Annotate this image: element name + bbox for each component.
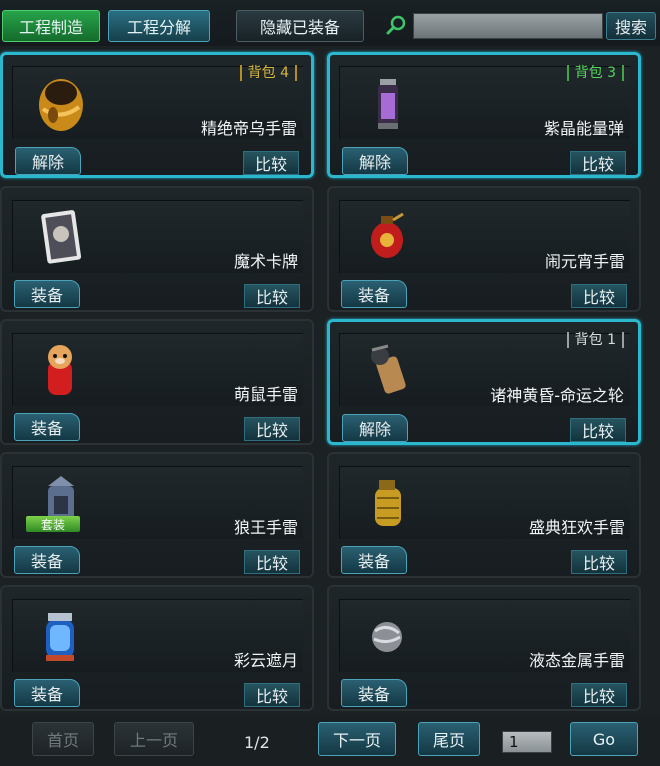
item-name: 彩云遮月 bbox=[233, 651, 298, 670]
compare-button[interactable]: 比较 bbox=[244, 550, 300, 574]
item-name: 魔术卡牌 bbox=[233, 252, 298, 271]
equip-button[interactable]: 装备 bbox=[14, 679, 80, 707]
search-button[interactable]: 搜索 bbox=[606, 12, 656, 40]
red-lantern-grenade-icon bbox=[357, 206, 417, 266]
compare-button[interactable]: 比较 bbox=[570, 418, 626, 442]
hamster-grenade-icon bbox=[30, 339, 90, 399]
liquid-metal-sphere-icon bbox=[357, 605, 417, 665]
magic-card-icon bbox=[30, 206, 90, 266]
go-button[interactable]: Go bbox=[570, 722, 638, 756]
page-number-input[interactable]: 1 bbox=[502, 731, 552, 753]
equip-button[interactable]: 装备 bbox=[341, 679, 407, 707]
item-card[interactable]: 背包 1 诸神黄昏-命运之轮解除 比较 bbox=[327, 319, 641, 445]
compare-button[interactable]: 比较 bbox=[243, 151, 299, 175]
item-card[interactable]: 套装 狼王手雷装备 比较 bbox=[0, 452, 314, 578]
wheel-of-fate-grenade-icon bbox=[358, 340, 418, 400]
item-card[interactable]: 背包 3 紫晶能量弹解除 比较 bbox=[327, 52, 641, 178]
backpack-badge: 背包 1 bbox=[566, 332, 624, 348]
last-page-button[interactable]: 尾页 bbox=[418, 722, 480, 756]
equip-button[interactable]: 装备 bbox=[14, 280, 80, 308]
item-name: 精绝帝乌手雷 bbox=[200, 119, 297, 138]
item-card[interactable]: 盛典狂欢手雷装备 比较 bbox=[327, 452, 641, 578]
compare-button[interactable]: 比较 bbox=[571, 284, 627, 308]
item-card[interactable]: 闹元宵手雷装备 比较 bbox=[327, 186, 641, 312]
prev-page-button[interactable]: 上一页 bbox=[114, 722, 194, 756]
next-page-button[interactable]: 下一页 bbox=[318, 722, 396, 756]
item-name: 狼王手雷 bbox=[233, 518, 298, 537]
unequip-button[interactable]: 解除 bbox=[15, 147, 81, 175]
compare-button[interactable]: 比较 bbox=[244, 417, 300, 441]
equip-button[interactable]: 装备 bbox=[14, 546, 80, 574]
search-icon bbox=[386, 15, 406, 35]
compare-button[interactable]: 比较 bbox=[244, 683, 300, 707]
disassemble-tab-button[interactable]: 工程分解 bbox=[108, 10, 210, 42]
compare-button[interactable]: 比较 bbox=[571, 683, 627, 707]
gold-frag-grenade-icon bbox=[357, 472, 417, 532]
item-card[interactable]: 背包 4 精绝帝乌手雷解除 比较 bbox=[0, 52, 314, 178]
golden-egg-grenade-icon bbox=[31, 73, 91, 133]
item-name: 萌鼠手雷 bbox=[233, 385, 298, 404]
item-name: 紫晶能量弹 bbox=[543, 119, 624, 138]
item-name: 诸神黄昏-命运之轮 bbox=[490, 386, 624, 405]
item-card[interactable]: 萌鼠手雷装备 比较 bbox=[0, 319, 314, 445]
search-input[interactable] bbox=[413, 13, 603, 39]
unequip-button[interactable]: 解除 bbox=[342, 147, 408, 175]
unequip-button[interactable]: 解除 bbox=[342, 414, 408, 442]
item-name: 液态金属手雷 bbox=[528, 651, 625, 670]
compare-button[interactable]: 比较 bbox=[571, 550, 627, 574]
equip-button[interactable]: 装备 bbox=[341, 546, 407, 574]
backpack-badge: 背包 4 bbox=[239, 65, 297, 81]
page-indicator: 1/2 bbox=[244, 733, 270, 752]
item-card[interactable]: 魔术卡牌装备 比较 bbox=[0, 186, 314, 312]
equip-button[interactable]: 装备 bbox=[341, 280, 407, 308]
compare-button[interactable]: 比较 bbox=[570, 151, 626, 175]
compare-button[interactable]: 比较 bbox=[244, 284, 300, 308]
craft-tab-button[interactable]: 工程制造 bbox=[2, 10, 100, 42]
first-page-button[interactable]: 首页 bbox=[32, 722, 94, 756]
set-badge: 套装 bbox=[26, 516, 80, 532]
backpack-badge: 背包 3 bbox=[566, 65, 624, 81]
item-card[interactable]: 液态金属手雷装备 比较 bbox=[327, 585, 641, 711]
item-card[interactable]: 彩云遮月装备 比较 bbox=[0, 585, 314, 711]
item-name: 盛典狂欢手雷 bbox=[528, 518, 625, 537]
equip-button[interactable]: 装备 bbox=[14, 413, 80, 441]
purple-canister-grenade-icon bbox=[358, 73, 418, 133]
blue-capsule-grenade-icon bbox=[30, 605, 90, 665]
item-name: 闹元宵手雷 bbox=[544, 252, 625, 271]
wolf-king-grenade-icon: 套装 bbox=[26, 472, 90, 532]
hide-equipped-button[interactable]: 隐藏已装备 bbox=[236, 10, 364, 42]
